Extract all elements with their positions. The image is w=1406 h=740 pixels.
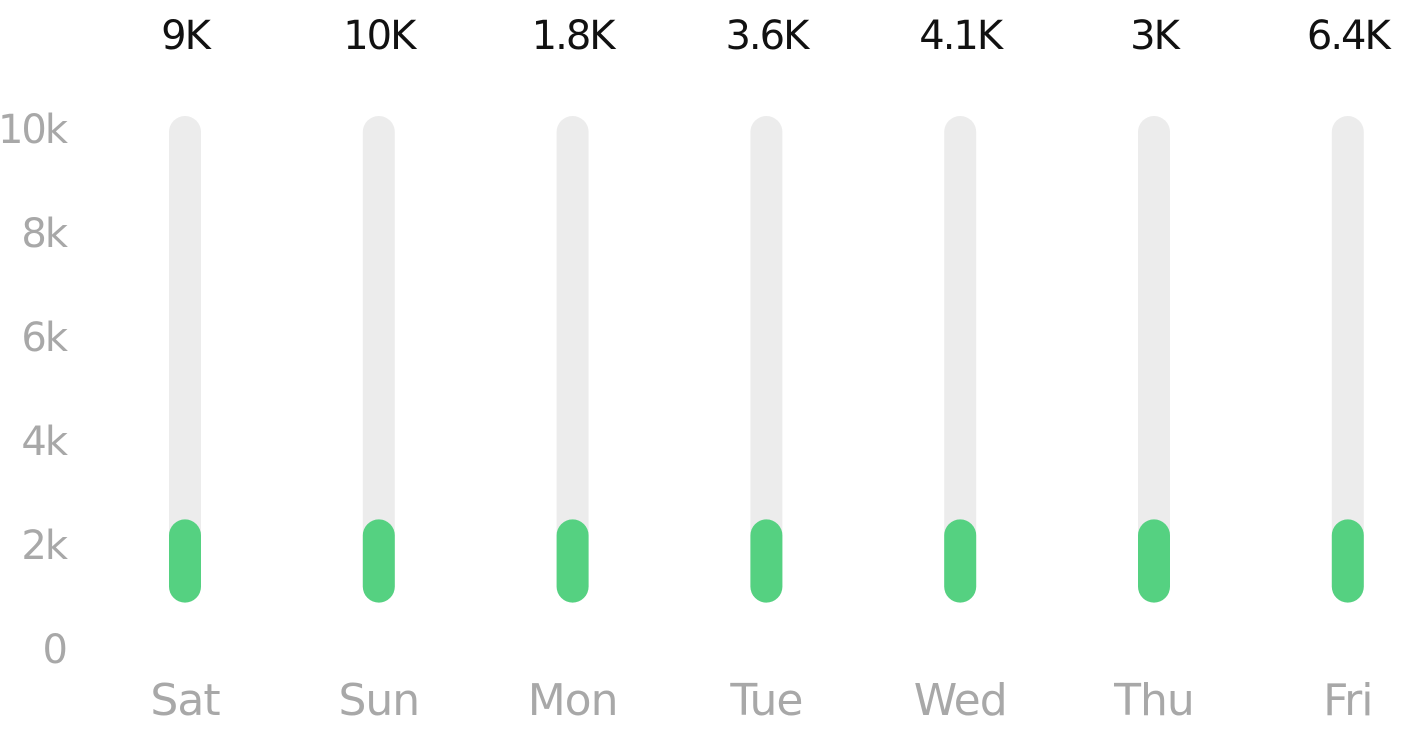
value-label-sat: 9K xyxy=(161,13,212,59)
y-tick-label: 10k xyxy=(0,107,69,153)
x-tick-label-fri: Fri xyxy=(1323,675,1372,726)
value-label-mon: 1.8K xyxy=(532,13,618,59)
value-label-wed: 4.1K xyxy=(919,13,1005,59)
x-tick-label-sun: Sun xyxy=(338,675,419,726)
y-axis: 0 2k 4k 6k 8k 10k xyxy=(0,107,71,673)
x-tick-label-tue: Tue xyxy=(729,675,802,726)
value-label-fri: 6.4K xyxy=(1307,13,1393,59)
bar-fri xyxy=(1331,519,1364,603)
y-tick-label: 6k xyxy=(21,315,68,361)
bar-sun xyxy=(362,519,395,603)
bar-wed xyxy=(944,519,977,603)
x-tick-label-sat: Sat xyxy=(150,675,220,726)
value-label-tue: 3.6K xyxy=(725,13,811,59)
x-tick-label-thu: Thu xyxy=(1113,675,1194,726)
y-tick-label: 8k xyxy=(21,211,68,257)
y-tick-label: 0 xyxy=(43,627,66,673)
y-tick-label: 4k xyxy=(21,419,68,465)
bar-tue xyxy=(750,519,783,603)
value-labels: 9K 10K 1.8K 3.6K 4.1K 3K 6.4K xyxy=(161,13,1394,59)
bar-sat xyxy=(169,519,201,603)
x-tick-label-mon: Mon xyxy=(528,675,618,726)
x-tick-label-wed: Wed xyxy=(914,675,1007,726)
value-label-sun: 10K xyxy=(343,13,418,59)
x-axis: Sat Sun Mon Tue Wed Thu Fri xyxy=(150,675,1373,726)
bar-chart: 0 2k 4k 6k 8k 10k 9K 10K 1.8K 3.6K 4.1K 3K 6.4K Sat… xyxy=(0,13,1394,726)
y-tick-label: 2k xyxy=(21,523,68,569)
value-label-thu: 3K xyxy=(1130,13,1181,59)
bar-mon xyxy=(556,519,589,603)
bars xyxy=(169,519,1364,603)
bar-thu xyxy=(1138,519,1170,603)
